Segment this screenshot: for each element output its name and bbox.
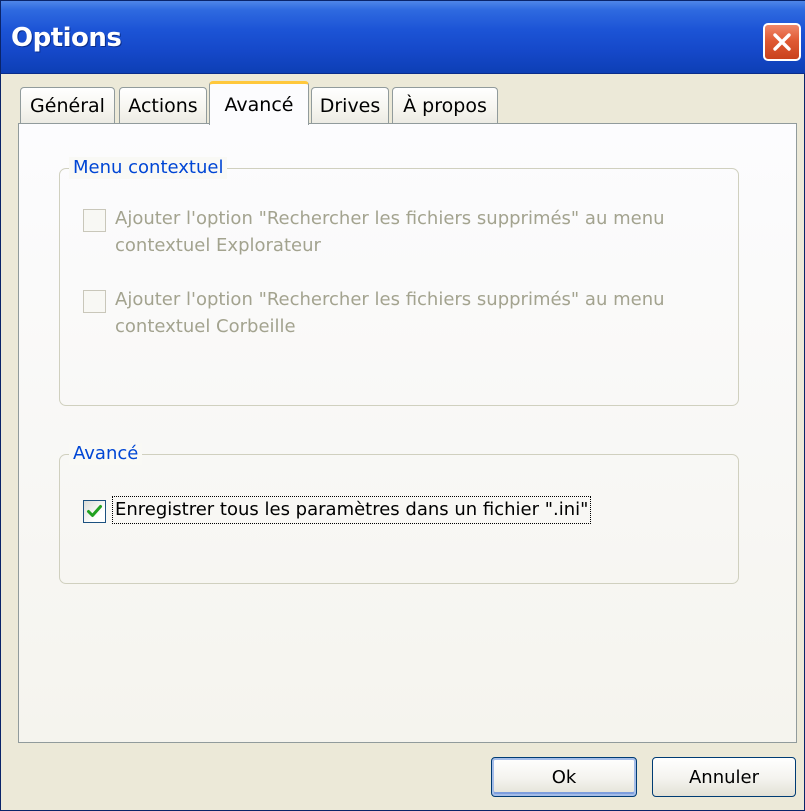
close-icon	[773, 33, 791, 51]
advanced-group-legend: Avancé	[69, 443, 143, 465]
recycle-bin-context-label-line2: contextuel Corbeille	[115, 316, 296, 337]
ok-button[interactable]: Ok	[491, 757, 637, 797]
recycle-bin-context-checkbox[interactable]	[83, 290, 106, 313]
explorer-context-checkbox[interactable]	[83, 209, 106, 232]
save-ini-checkbox[interactable]	[83, 500, 106, 523]
explorer-context-label-line1: Ajouter l'option "Rechercher les fichier…	[115, 208, 665, 229]
tab-actions-label: Actions	[128, 94, 198, 117]
tab-general[interactable]: Général	[20, 87, 115, 123]
options-dialog: Options Général Actions Avancé Drives À …	[0, 0, 805, 811]
recycle-bin-context-label[interactable]: Ajouter l'option "Rechercher les fichier…	[115, 286, 665, 340]
tab-drives-label: Drives	[319, 94, 381, 117]
tab-actions[interactable]: Actions	[119, 87, 207, 123]
title-bar[interactable]: Options	[1, 1, 805, 74]
context-menu-group-legend: Menu contextuel	[69, 157, 228, 179]
tab-a-propos[interactable]: À propos	[392, 87, 498, 123]
tab-a-propos-label: À propos	[403, 94, 487, 117]
save-ini-label[interactable]: Enregistrer tous les paramètres dans un …	[111, 496, 592, 524]
window-title: Options	[11, 23, 122, 53]
recycle-bin-context-label-line1: Ajouter l'option "Rechercher les fichier…	[115, 289, 665, 310]
explorer-context-label[interactable]: Ajouter l'option "Rechercher les fichier…	[115, 205, 665, 259]
close-button[interactable]	[763, 23, 801, 61]
tab-avance-label: Avancé	[224, 93, 294, 116]
cancel-button[interactable]: Annuler	[652, 757, 796, 797]
check-mark-icon	[87, 505, 102, 517]
tab-general-label: Général	[30, 94, 105, 117]
explorer-context-label-line2: contextuel Explorateur	[115, 235, 321, 256]
tab-avance[interactable]: Avancé	[209, 81, 309, 125]
tab-panel-avance: Menu contextuel Ajouter l'option "Recher…	[18, 123, 797, 743]
tab-drives[interactable]: Drives	[311, 87, 389, 123]
